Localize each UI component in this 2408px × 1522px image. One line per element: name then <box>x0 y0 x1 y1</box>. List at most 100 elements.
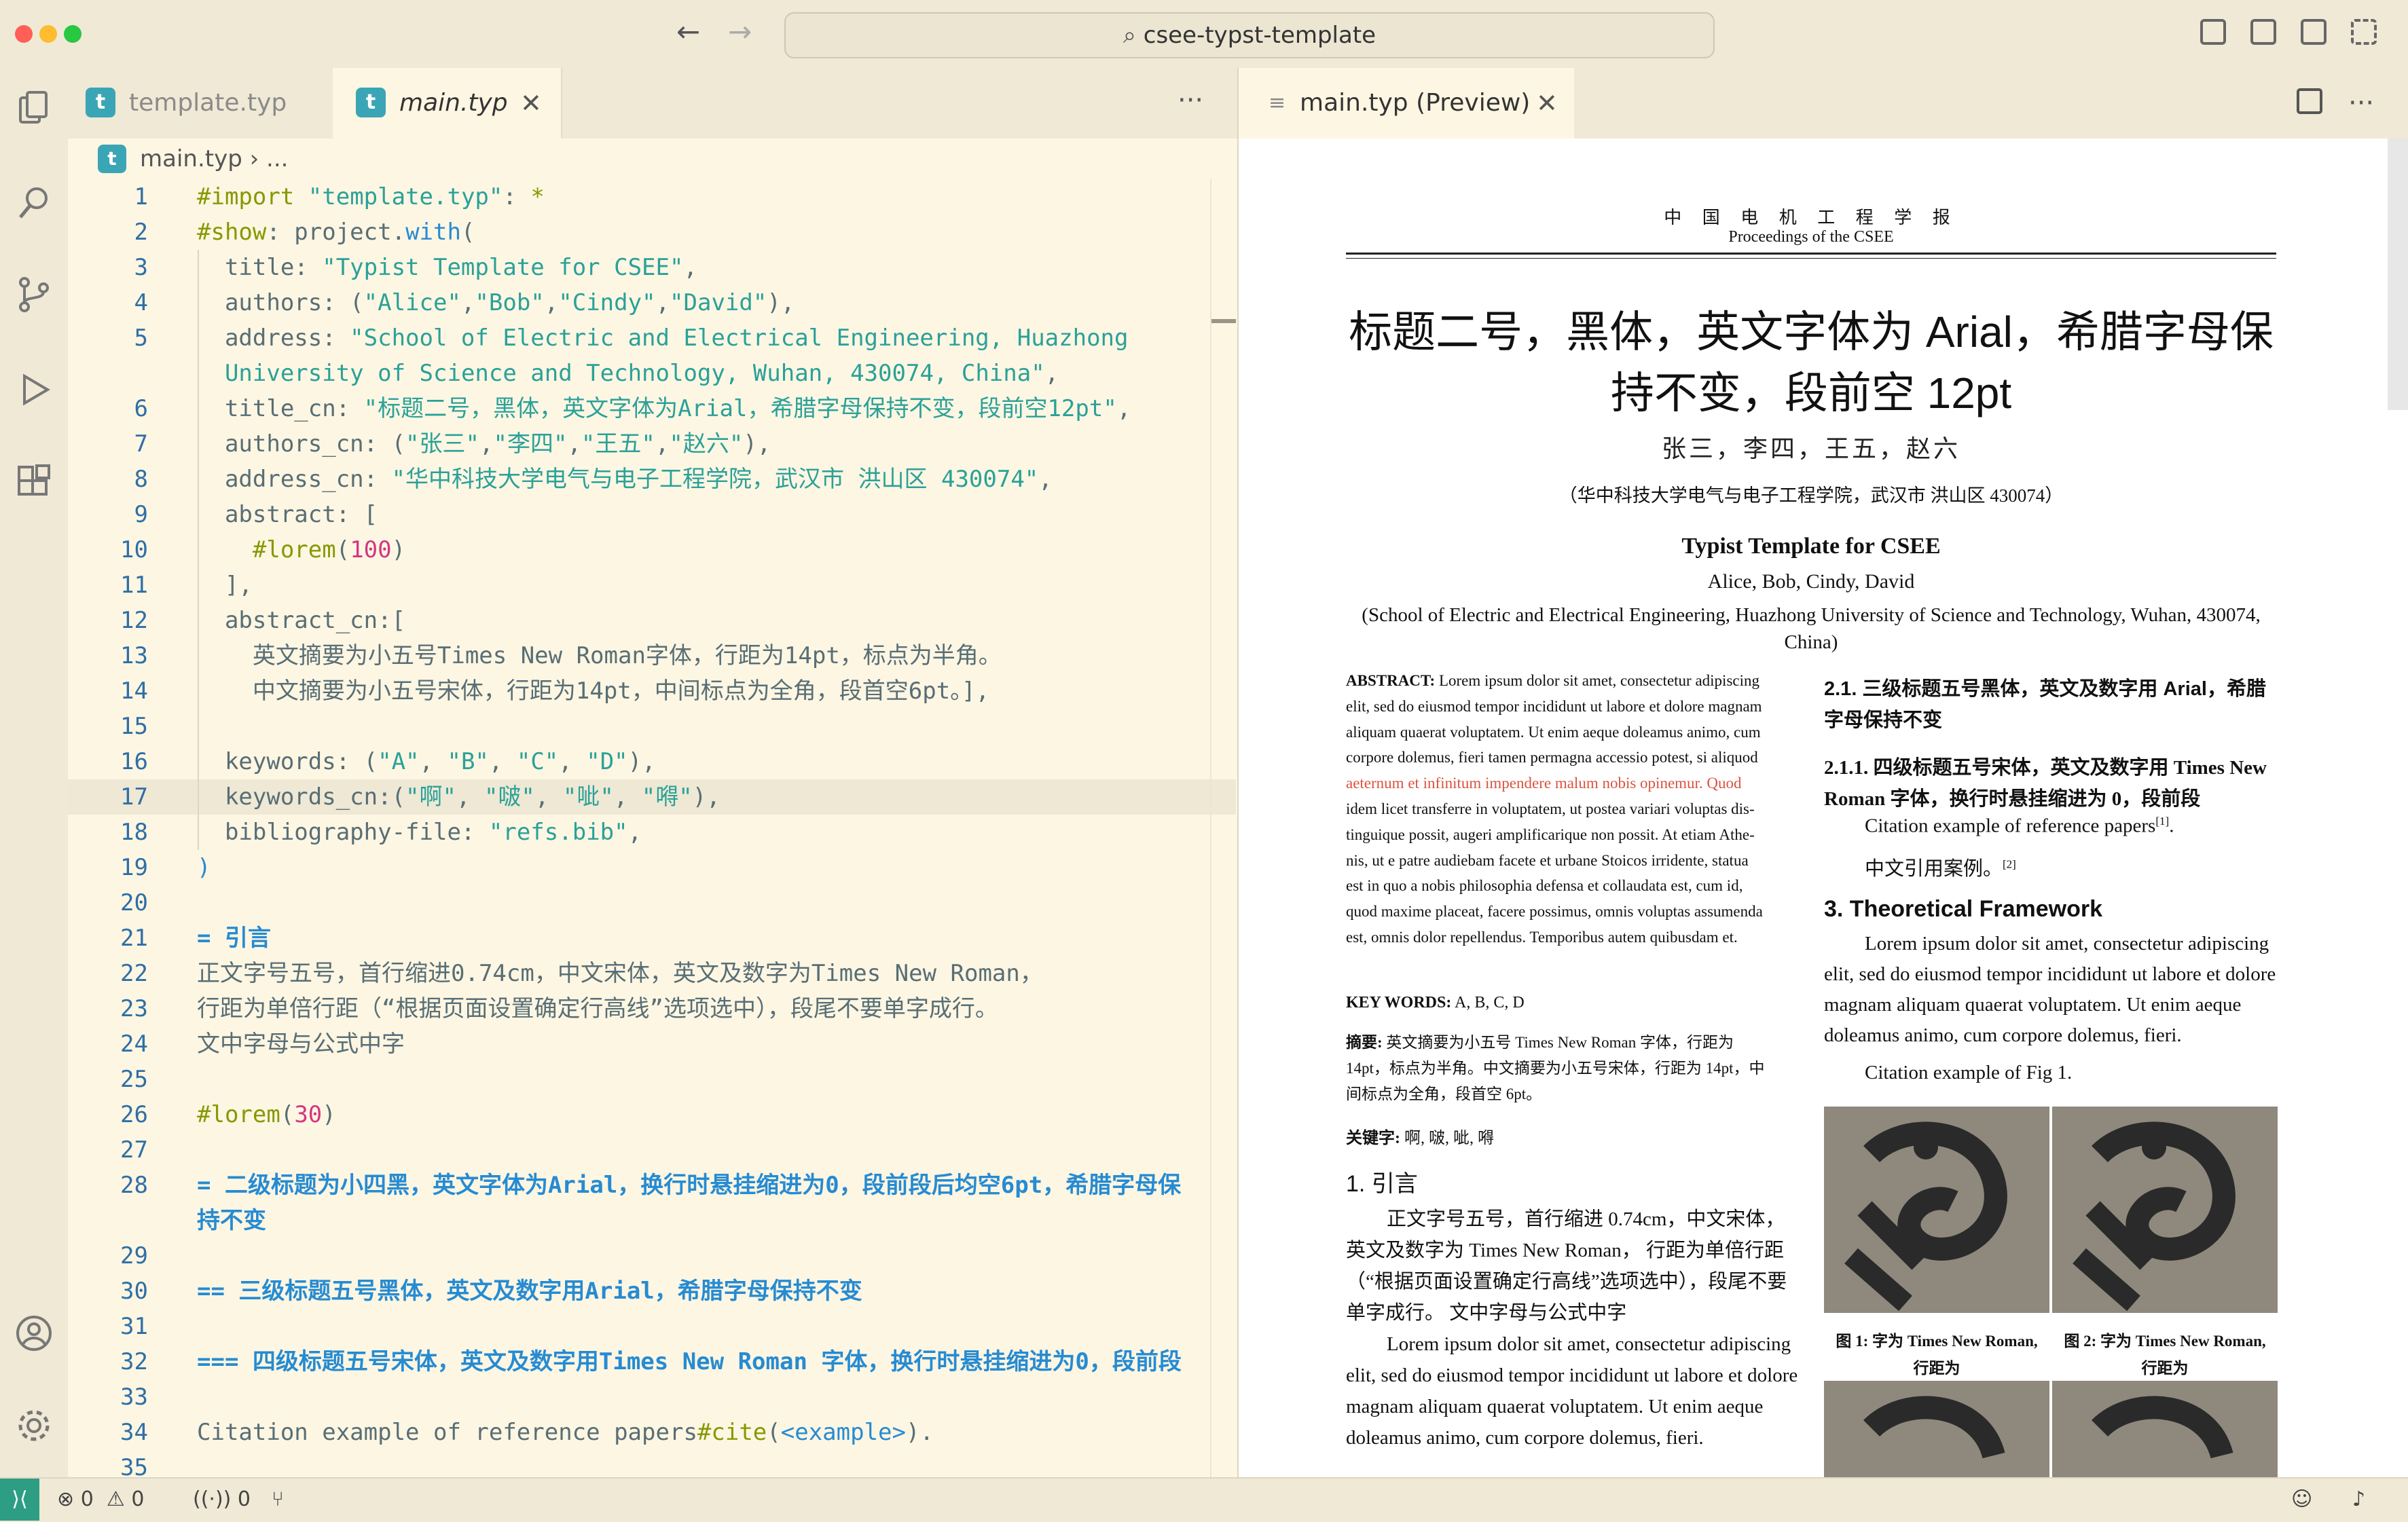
settings-gear-icon[interactable] <box>15 1407 53 1445</box>
code-line[interactable]: 16 keywords: ("A", "B", "C", "D"), <box>68 744 1236 779</box>
line-number: 27 <box>120 1136 148 1164</box>
code-line[interactable]: 26 #lorem(30) <box>68 1097 1236 1132</box>
code-line[interactable]: 32 === 四级标题五号宋体，英文及数字用Times New Roman 字体，… <box>68 1344 1236 1379</box>
line-text: 中文摘要为小五号宋体，行距为14pt，中间标点为全角，段首空6pt。], <box>197 678 990 705</box>
paragraph-line: idem licet transferre in voluptatem, ut … <box>1346 800 1755 817</box>
code-line[interactable]: 21 = 引言 <box>68 921 1236 956</box>
run-debug-icon[interactable] <box>15 371 53 409</box>
line-number: 3 <box>134 254 148 281</box>
problems-indicator[interactable]: ⊗ 0 ⚠ 0 <box>57 1479 144 1521</box>
ports-indicator[interactable]: ((·)) 0 <box>193 1479 251 1521</box>
line-number: 21 <box>120 925 148 952</box>
line-number: 23 <box>120 995 148 1022</box>
code-line[interactable]: 29 <box>68 1238 1236 1274</box>
toggle-panel-icon[interactable] <box>2250 19 2276 45</box>
line-number: 13 <box>120 642 148 669</box>
customize-layout-icon[interactable] <box>2351 19 2377 45</box>
source-control-icon[interactable] <box>15 276 53 314</box>
code-line[interactable]: 7 authors_cn: ("张三","李四","王五","赵六"), <box>68 426 1236 462</box>
copilot-icon[interactable]: ☺ <box>2291 1479 2312 1521</box>
code-line[interactable]: 20 <box>68 885 1236 921</box>
address-en-line1: (School of Electric and Electrical Engin… <box>1362 604 2261 626</box>
search-icon[interactable] <box>15 183 53 221</box>
split-editor-icon[interactable] <box>2297 88 2322 114</box>
more-actions-icon[interactable]: ··· <box>1178 68 1203 133</box>
code-line[interactable]: 8 address_cn: "华中科技大学电气与电子工程学院，武汉市 洪山区 4… <box>68 462 1236 497</box>
figure-4-image <box>2052 1381 2278 1477</box>
code-line[interactable]: 12 abstract_cn:[ <box>68 603 1236 638</box>
paragraph-line: corpore dolemus, fieri tamen permagna ac… <box>1346 749 1758 766</box>
code-line[interactable]: 4 authors: ("Alice","Bob","Cindy","David… <box>68 285 1236 320</box>
line-text: 英文摘要为小五号Times New Roman字体，行距为14pt，标点为半角。 <box>197 642 1002 669</box>
code-line[interactable]: 1 #import "template.typ": * <box>68 179 1236 215</box>
code-line[interactable]: 17 keywords_cn:("啊", "啵", "呲", "嘚"), <box>68 779 1236 815</box>
tab-preview[interactable]: ≡ main.typ (Preview) ✕ <box>1239 68 1574 138</box>
tab-main-typ[interactable]: t main.typ ✕ <box>333 68 562 138</box>
code-line[interactable]: 11 ], <box>68 568 1236 603</box>
code-line[interactable]: 33 <box>68 1379 1236 1415</box>
paragraph-line: doleamus animo, cum corpore dolemus, fie… <box>1346 1427 1704 1449</box>
code-line[interactable]: 19) <box>68 850 1236 885</box>
zoom-window-button[interactable] <box>64 25 81 43</box>
code-line[interactable]: 25 <box>68 1062 1236 1097</box>
back-arrow-icon[interactable]: ← <box>676 15 700 48</box>
code-line[interactable]: 15 <box>68 709 1236 744</box>
git-branch-icon[interactable]: ⑂ <box>272 1479 284 1521</box>
code-line[interactable]: University of Science and Technology, Wu… <box>68 356 1236 391</box>
line-text: === 四级标题五号宋体，英文及数字用Times New Roman 字体，换行… <box>197 1348 1182 1375</box>
tab-template-typ[interactable]: t template.typ <box>68 68 333 138</box>
paragraph-line: quod maxime placeat, facere possimus, om… <box>1346 903 1763 921</box>
forward-arrow-icon[interactable]: → <box>728 15 752 48</box>
explorer-icon[interactable] <box>15 88 53 126</box>
line-number: 6 <box>134 395 148 422</box>
breadcrumb-symbol[interactable]: ... <box>266 145 288 172</box>
code-line[interactable]: 13 英文摘要为小五号Times New Roman字体，行距为14pt，标点为… <box>68 638 1236 673</box>
code-line[interactable]: 28 = 二级标题为小四黑，英文字体为Arial，换行时悬挂缩进为0，段前段后均空… <box>68 1168 1236 1203</box>
line-number: 10 <box>120 536 148 563</box>
line-number: 9 <box>134 501 148 528</box>
code-line[interactable]: 2 #show: project.with( <box>68 215 1236 250</box>
line-number: 29 <box>120 1242 148 1269</box>
command-center-search[interactable]: ⌕ csee-typst-template <box>784 12 1715 58</box>
toggle-primary-sidebar-icon[interactable] <box>2200 19 2226 45</box>
breadcrumb: t main.typ › ... <box>68 138 1237 179</box>
label: 摘要: <box>1346 1034 1383 1051</box>
close-tab-icon[interactable]: ✕ <box>520 68 542 138</box>
code-line[interactable]: 6 title_cn: "标题二号，黑体，英文字体为Arial，希腊字母保持不变… <box>68 391 1236 426</box>
code-line[interactable]: 34 Citation example of reference papers#c… <box>68 1415 1236 1450</box>
code-line[interactable]: 27 <box>68 1132 1236 1168</box>
line-number: 28 <box>120 1172 148 1199</box>
code-line[interactable]: 14 中文摘要为小五号宋体，行距为14pt，中间标点为全角，段首空6pt。], <box>68 673 1236 709</box>
minimize-window-button[interactable] <box>39 25 57 43</box>
close-tab-icon[interactable]: ✕ <box>1536 68 1558 138</box>
paragraph-line: 单字成行。 文中字母与公式中字 <box>1346 1302 1627 1324</box>
paragraph-line: （“根据页面设置确定行高线”选项选中），段尾不要 <box>1346 1271 1787 1293</box>
extensions-icon[interactable] <box>15 463 53 501</box>
notifications-bell-icon[interactable]: ♪ <box>2352 1479 2365 1521</box>
line-number: 2 <box>134 219 148 246</box>
code-line[interactable]: 31 <box>68 1309 1236 1344</box>
code-line[interactable]: 9 abstract: [ <box>68 497 1236 532</box>
code-line[interactable]: 5 address: "School of Electric and Elect… <box>68 320 1236 356</box>
code-line[interactable]: 23 行距为单倍行距（“根据页面设置确定行高线”选项选中），段尾不要单字成行。 <box>68 991 1236 1026</box>
remote-indicator-icon[interactable]: ⟩⟨ <box>0 1479 39 1521</box>
preview-scrollbar-thumb[interactable] <box>2388 138 2408 410</box>
code-line[interactable]: 3 title: "Typist Template for CSEE", <box>68 250 1236 285</box>
more-actions-icon[interactable]: ··· <box>2348 76 2374 130</box>
account-icon[interactable] <box>15 1314 53 1352</box>
header-rule <box>1346 258 2276 259</box>
title-bar: ← → ⌕ csee-typst-template <box>0 0 2408 69</box>
code-line[interactable]: 10 #lorem(100) <box>68 532 1236 568</box>
code-line[interactable]: 22 正文字号五号，首行缩进0.74cm，中文宋体，英文及数字为Times New… <box>68 956 1236 991</box>
code-line[interactable]: 24 文中字母与公式中字 <box>68 1026 1236 1062</box>
code-line[interactable]: 持不变 <box>68 1203 1236 1238</box>
code-line[interactable]: 18 bibliography-file: "refs.bib", <box>68 815 1236 850</box>
scrollbar-thumb[interactable] <box>1211 319 1236 323</box>
indent-guide <box>198 250 199 850</box>
breadcrumb-file[interactable]: main.typ <box>140 145 242 172</box>
keywords: KEY WORDS: A, B, C, D <box>1346 994 1525 1011</box>
close-window-button[interactable] <box>15 25 33 43</box>
code-line[interactable]: 30 == 三级标题五号黑体，英文及数字用Arial，希腊字母保持不变 <box>68 1274 1236 1309</box>
broadcast-icon: ((·)) <box>193 1487 232 1511</box>
toggle-secondary-sidebar-icon[interactable] <box>2301 19 2327 45</box>
